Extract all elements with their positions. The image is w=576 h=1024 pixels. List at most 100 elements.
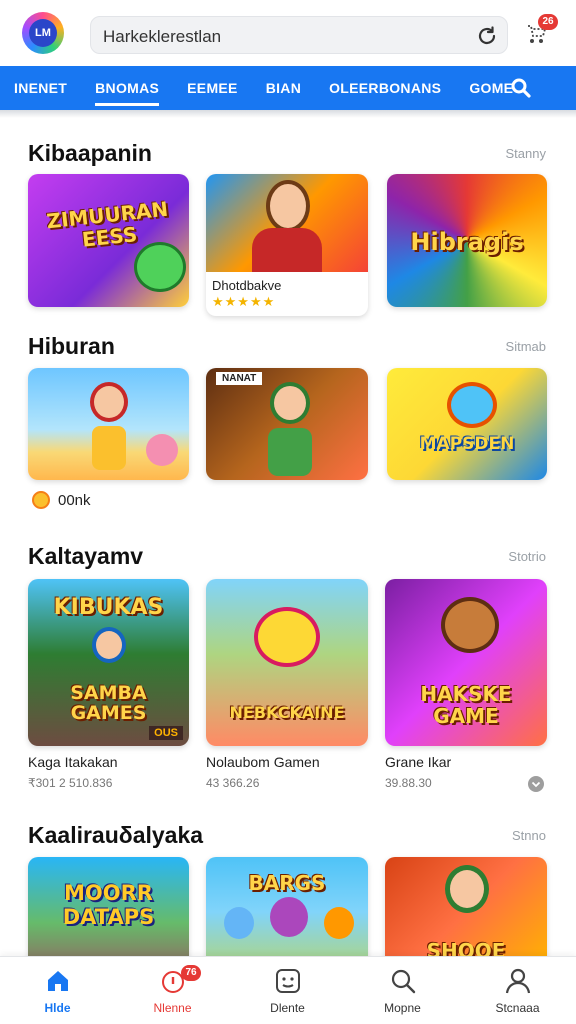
character-image	[270, 382, 310, 424]
game-card[interactable]: BARGS	[206, 857, 368, 967]
game-thumbnail: HAKSKE GAME	[385, 579, 547, 746]
mascot-image	[441, 597, 499, 653]
section-title: Kaltayamv	[28, 543, 144, 569]
game-art-subtitle: SAMBA GAMES	[70, 682, 147, 724]
game-thumbnail: MAPSDEN	[387, 368, 547, 480]
character-body	[92, 426, 126, 470]
game-corner-tag: OUS	[149, 726, 183, 740]
game-card[interactable]: MAPSDEN	[387, 368, 547, 480]
game-title: Kaga Itakakan	[28, 754, 118, 770]
game-art-title: KIBUKAS	[53, 595, 164, 620]
home-icon	[48, 971, 68, 991]
section-title: Hiburan	[28, 333, 115, 359]
pet-image	[224, 907, 254, 939]
nav-shadow	[0, 110, 576, 118]
cart-badge: 26	[538, 14, 558, 30]
game-title: Dhotdbakve	[212, 278, 282, 293]
game-art-title: MOORR DATAPS	[62, 881, 155, 929]
pet-image	[146, 434, 178, 466]
character-image	[266, 180, 310, 232]
nav-label: Stcnaaa	[495, 1001, 540, 1015]
game-subtitle: 39.88.30	[385, 776, 432, 790]
coin-icon	[32, 491, 50, 509]
game-card[interactable]: NEBKCKAINE	[206, 579, 368, 746]
section-title: Kaalirauδalyaka	[28, 822, 204, 848]
section-more-link[interactable]: Stanny	[506, 146, 546, 161]
search-icon[interactable]	[510, 77, 532, 99]
profile-icon	[505, 968, 531, 994]
game-thumbnail: NEBKCKAINE	[206, 579, 368, 746]
nav-item-games[interactable]: Dlente	[230, 957, 345, 1024]
game-art-title: MAPSDEN	[419, 434, 515, 454]
game-tag: NANAT	[216, 372, 263, 385]
game-art-title: NEBKCKAINE	[229, 703, 345, 722]
game-thumbnail: KIBUKAS SAMBA GAMES OUS	[28, 579, 189, 746]
game-card[interactable]: KIBUKAS SAMBA GAMES OUS	[28, 579, 189, 746]
tab-oleerbonans[interactable]: OLEERBONANS	[315, 66, 455, 110]
mascot-image	[447, 382, 497, 428]
section-more-link[interactable]: Sitmab	[506, 339, 546, 354]
section-more-link[interactable]: Stotrio	[508, 549, 546, 564]
search-icon	[391, 969, 416, 994]
game-thumbnail: Hibragis	[387, 174, 547, 307]
mascot-image	[270, 897, 308, 937]
nav-label: Hlde	[44, 1001, 71, 1015]
section-more-link[interactable]: Stnno	[512, 828, 546, 843]
game-card[interactable]: HAKSKE GAME	[385, 579, 547, 746]
game-card[interactable]: MOORR DATAPS	[28, 857, 189, 967]
game-thumbnail	[206, 174, 368, 272]
character-body	[268, 428, 312, 476]
app-logo[interactable]: LM	[22, 12, 64, 54]
nav-label: Nlenne	[153, 1001, 192, 1015]
nav-item-notifications[interactable]: 76 Nlenne	[115, 957, 230, 1024]
category-nav: INENET BNOMAS EEMEE BIAN OLEERBONANS GOM…	[0, 66, 576, 110]
game-card[interactable]: SHOOE	[385, 857, 547, 967]
game-card[interactable]: ZIMUURAN EESS	[28, 174, 189, 307]
tab-eemee[interactable]: EEMEE	[173, 66, 252, 110]
nav-item-home[interactable]: Hlde	[0, 957, 115, 1024]
chevron-down-icon[interactable]	[528, 776, 544, 792]
rating-stars: ★★★★★	[212, 294, 276, 309]
nav-item-profile[interactable]: Stcnaaa	[460, 957, 575, 1024]
search-input[interactable]: Harkeklerestlan	[90, 16, 508, 54]
pet-image	[324, 907, 354, 939]
top-bar: LM Harkeklerestlan 26	[0, 0, 576, 66]
game-art-title: HAKSKE GAME	[420, 682, 512, 728]
game-thumbnail: BARGS	[206, 857, 368, 967]
character-image	[92, 627, 126, 663]
game-card[interactable]: NANAT	[206, 368, 368, 480]
game-thumbnail: SHOOE	[385, 857, 547, 967]
games-icon	[276, 969, 300, 993]
game-card[interactable]	[28, 368, 189, 480]
game-card[interactable]: Dhotdbakve ★★★★★	[206, 174, 368, 316]
tab-bian[interactable]: BIAN	[252, 66, 315, 110]
nav-label: Mopne	[384, 1001, 421, 1015]
nav-item-search[interactable]: Mopne	[345, 957, 460, 1024]
bottom-nav: Hlde 76 Nlenne Dlente Mopne Stcnaaa	[0, 956, 576, 1024]
tab-bnomas[interactable]: BNOMAS	[81, 66, 173, 110]
refresh-icon[interactable]	[475, 24, 499, 48]
character-image	[90, 382, 128, 422]
section-title: Kibaapanin	[28, 140, 152, 166]
game-thumbnail: NANAT	[206, 368, 368, 480]
game-card[interactable]: Hibragis	[387, 174, 547, 307]
app-logo-mark: LM	[29, 19, 57, 47]
game-subtitle: ₹301 2 510.836	[28, 776, 113, 790]
game-thumbnail	[28, 368, 189, 480]
search-input-value: Harkeklerestlan	[103, 27, 222, 46]
game-thumbnail: ZIMUURAN EESS	[28, 174, 189, 307]
character-image	[445, 865, 489, 913]
character-body	[252, 228, 322, 272]
tab-inenet[interactable]: INENET	[0, 66, 81, 110]
game-title: Nolaubom Gamen	[206, 754, 320, 770]
game-thumbnail: MOORR DATAPS	[28, 857, 189, 967]
notification-badge: 76	[181, 965, 201, 981]
game-subtitle: 43 366.26	[206, 776, 260, 790]
game-art-title: Hibragis	[410, 228, 524, 256]
mascot-image	[254, 607, 320, 667]
game-title: Grane Ikar	[385, 754, 452, 770]
game-art-title: BARGS	[248, 871, 326, 895]
mascot-image	[134, 242, 186, 292]
nav-label: Dlente	[270, 1001, 305, 1015]
coin-label: 00nk	[58, 492, 91, 509]
